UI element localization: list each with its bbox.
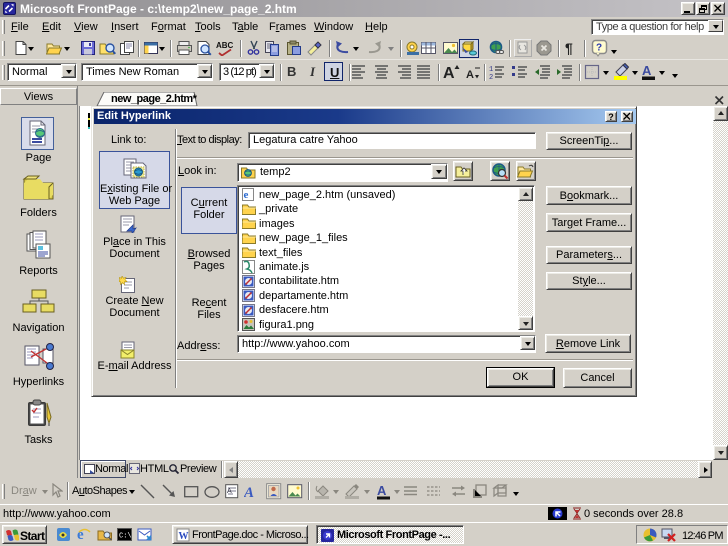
svg-text:C:\: C:\	[119, 533, 132, 541]
svg-text:?: ?	[596, 43, 602, 54]
svg-text:W: W	[179, 531, 189, 542]
svg-text:2: 2	[489, 74, 493, 80]
svg-text:1: 1	[489, 66, 493, 74]
svg-text:A: A	[377, 483, 387, 498]
svg-text:A: A	[466, 69, 474, 80]
svg-text:A: A	[227, 488, 232, 495]
svg-text:A: A	[244, 485, 254, 500]
svg-text:A: A	[642, 63, 652, 78]
svg-text:e: e	[244, 189, 249, 201]
svg-text:ABC: ABC	[216, 41, 233, 50]
svg-text:A: A	[443, 65, 455, 81]
